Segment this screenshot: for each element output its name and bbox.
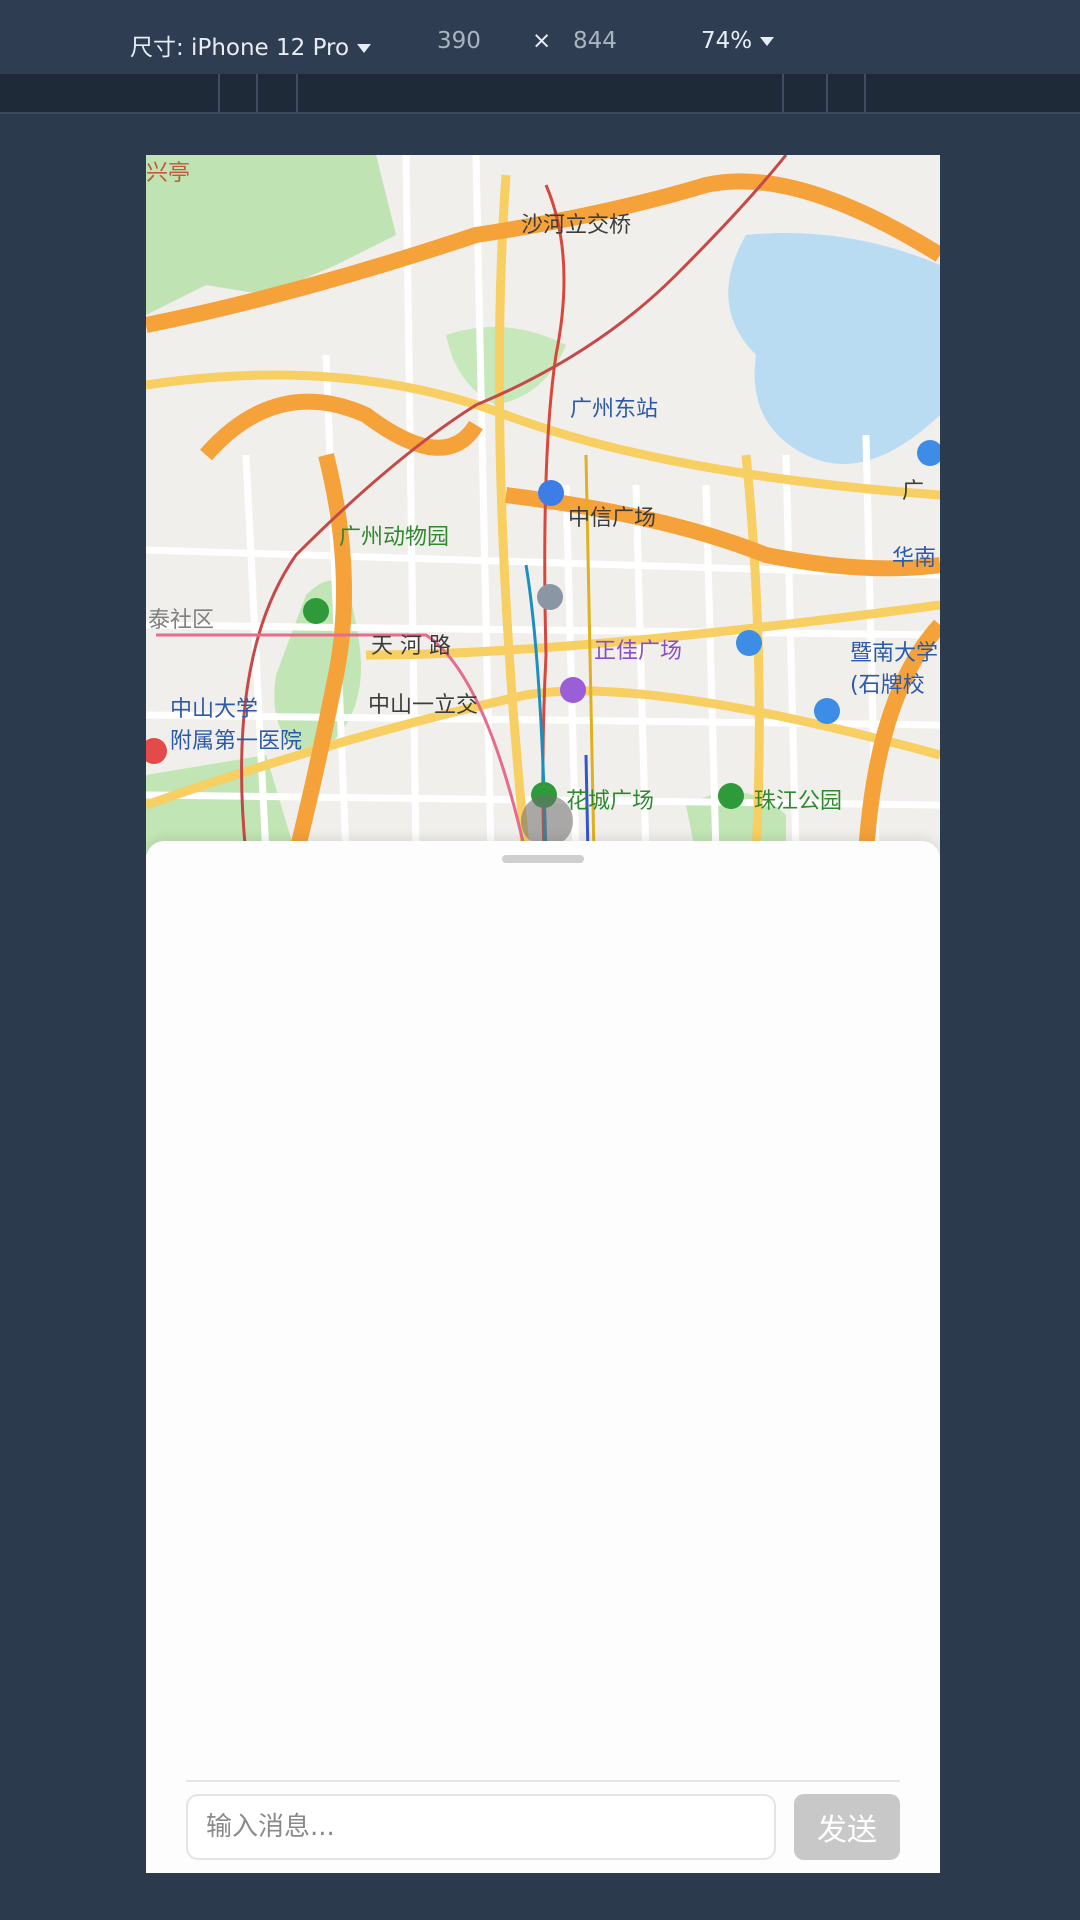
chevron-down-icon	[760, 37, 775, 46]
map-label-zhongshan[interactable]: 中山大学	[170, 691, 258, 723]
chevron-down-icon	[357, 44, 372, 53]
message-input[interactable]	[186, 1794, 776, 1860]
height-field[interactable]: 844	[573, 28, 617, 54]
map-label-taishe: 泰社区	[148, 608, 215, 633]
map-view[interactable]: 沙河立交桥 广州东站 中信广场 广州动物园 华南 广 泰社区 天 河 路 正佳广…	[146, 155, 940, 855]
map-label-zhujiang-park[interactable]: 珠江公园	[754, 783, 842, 815]
map-label-zhongxin[interactable]: 中信广场	[568, 500, 656, 532]
map-label-dongzhan[interactable]: 广州东站	[570, 391, 658, 423]
map-label-xingting: 兴亭	[146, 161, 191, 186]
map-label-zoo[interactable]: 广州动物园	[339, 519, 449, 551]
media-query-ruler	[0, 74, 1080, 114]
map-label-jinan-campus: (石牌校	[850, 673, 925, 698]
map-label-tianhe-road: 天 河 路	[371, 634, 451, 659]
map-label-zhengjia[interactable]: 正佳广场	[594, 633, 682, 665]
zoom-selector[interactable]: 74%	[701, 28, 775, 54]
send-button[interactable]: 发送	[794, 1794, 900, 1860]
device-viewport: 沙河立交桥 广州东站 中信广场 广州动物园 华南 广 泰社区 天 河 路 正佳广…	[146, 155, 940, 1873]
map-label-huacheng[interactable]: 花城广场	[566, 783, 654, 815]
map-label-zhongshan-hospital: 附属第一医院	[170, 729, 303, 754]
input-divider	[186, 1780, 900, 1782]
map-label-shahe[interactable]: 沙河立交桥	[521, 207, 631, 239]
dimension-separator: ×	[532, 28, 552, 54]
sheet-drag-knob[interactable]	[521, 795, 573, 847]
map-label-jinan[interactable]: 暨南大学	[850, 635, 938, 667]
devtools-toolbar: 尺寸: iPhone 12 Pro 390 × 844 74%	[0, 0, 1080, 74]
device-selector[interactable]: 尺寸: iPhone 12 Pro	[130, 28, 372, 62]
map-label-guang: 广	[902, 479, 925, 504]
chat-bottom-sheet	[146, 841, 940, 1873]
map-label-huanan[interactable]: 华南	[892, 540, 936, 572]
device-label: 尺寸: iPhone 12 Pro	[130, 35, 350, 61]
zoom-label: 74%	[701, 28, 753, 54]
map-label-zhongshan-interchange: 中山一立交	[368, 693, 479, 718]
sheet-handle[interactable]	[502, 855, 584, 863]
width-field[interactable]: 390	[437, 28, 481, 54]
